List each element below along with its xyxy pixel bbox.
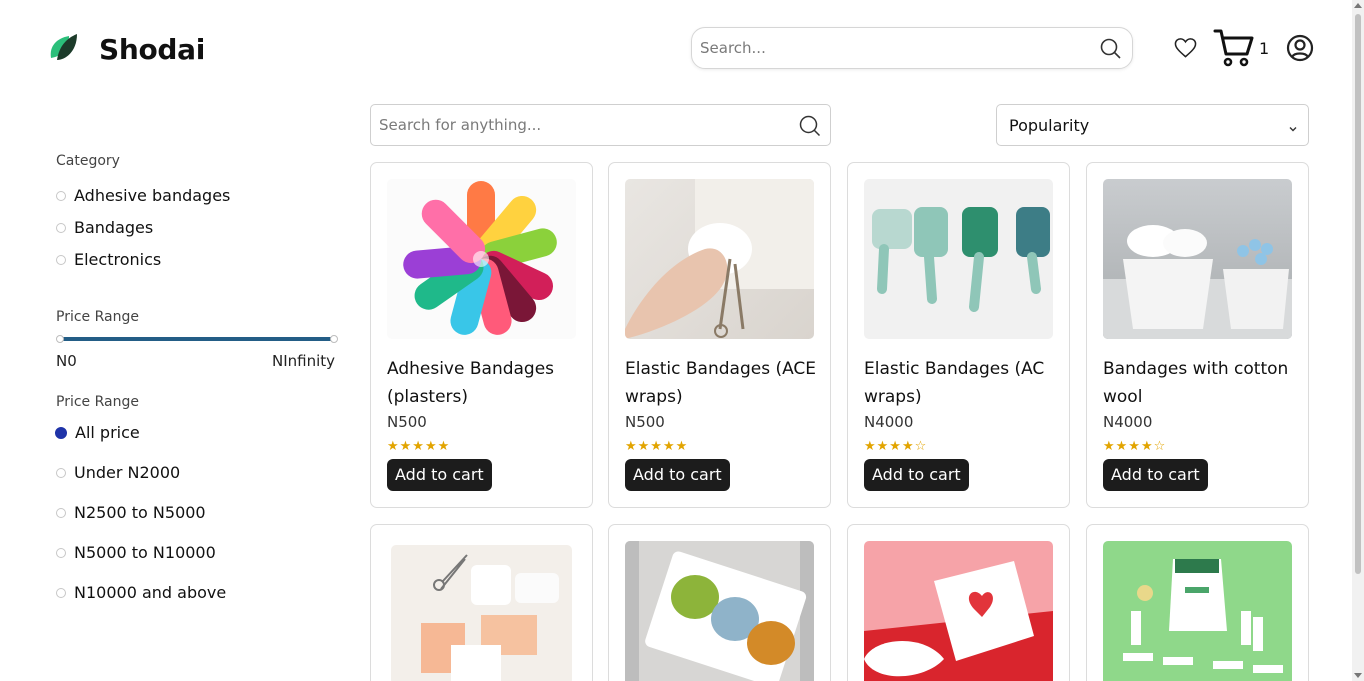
product-name[interactable]: Elastic Bandages (ACE wraps): [625, 355, 820, 411]
product-image[interactable]: [864, 179, 1053, 339]
price-option-all[interactable]: All price: [55, 423, 140, 442]
price-option-5000-10000[interactable]: N5000 to N10000: [56, 543, 216, 562]
radio-checked-icon[interactable]: [55, 426, 67, 439]
scroll-down-arrow-icon[interactable]: [1354, 673, 1362, 678]
product-image[interactable]: [391, 545, 572, 681]
sort-selected-value: Popularity: [1009, 115, 1090, 135]
category-option-bandages[interactable]: Bandages: [56, 218, 153, 237]
product-image[interactable]: [625, 541, 814, 681]
product-image[interactable]: [864, 541, 1053, 681]
add-to-cart-button[interactable]: Add to cart: [1103, 459, 1208, 491]
category-title: Category: [56, 153, 120, 169]
heart-icon[interactable]: [1174, 37, 1197, 63]
product-image[interactable]: [387, 179, 576, 339]
rating-stars: ★★★★☆: [864, 439, 928, 454]
add-to-cart-button[interactable]: Add to cart: [387, 459, 492, 491]
add-to-cart-button[interactable]: Add to cart: [625, 459, 730, 491]
product-price: N4000: [1103, 413, 1153, 431]
product-card[interactable]: Elastic Bandages (AC wraps) N4000 ★★★★☆ …: [847, 162, 1070, 508]
price-range-title: Price Range: [56, 309, 139, 325]
price-filter-title: Price Range: [56, 394, 139, 410]
product-card[interactable]: Bandages with cotton wool N4000 ★★★★☆ Ad…: [1086, 162, 1309, 508]
radio-icon[interactable]: [56, 587, 66, 598]
product-card[interactable]: Adhesive Bandages (plasters) N500 ★★★★★ …: [370, 162, 593, 508]
header-search-box[interactable]: [691, 27, 1133, 69]
product-name[interactable]: Bandages with cotton wool: [1103, 355, 1298, 411]
price-option-10000-above[interactable]: N10000 and above: [56, 583, 226, 602]
price-range-slider[interactable]: [56, 335, 338, 343]
product-card[interactable]: [608, 524, 831, 681]
page-scrollbar[interactable]: [1352, 0, 1364, 681]
product-name[interactable]: Elastic Bandages (AC wraps): [864, 355, 1059, 411]
rating-stars: ★★★★☆: [1103, 439, 1167, 454]
search-icon[interactable]: [799, 115, 821, 141]
radio-icon[interactable]: [56, 254, 66, 265]
radio-icon[interactable]: [56, 547, 66, 558]
brand-name: Shodai: [99, 32, 206, 66]
product-image[interactable]: [625, 179, 814, 339]
category-option-electronics[interactable]: Electronics: [56, 250, 161, 269]
slider-min-handle[interactable]: [56, 335, 64, 343]
chevron-down-icon: [1288, 119, 1298, 138]
price-option-label: All price: [75, 423, 140, 442]
rating-stars: ★★★★★: [625, 439, 689, 454]
product-card[interactable]: Elastic Bandages (ACE wraps) N500 ★★★★★ …: [608, 162, 831, 508]
price-option-under-2000[interactable]: Under N2000: [56, 463, 180, 482]
rating-stars: ★★★★★: [387, 439, 451, 454]
price-max-value: NInfinity: [272, 352, 336, 370]
price-option-2500-5000[interactable]: N2500 to N5000: [56, 503, 206, 522]
product-image[interactable]: [1103, 179, 1292, 339]
product-card[interactable]: [847, 524, 1070, 681]
price-min-value: N0: [56, 352, 77, 370]
slider-max-handle[interactable]: [330, 335, 338, 343]
header-search-input[interactable]: [692, 28, 1072, 68]
price-option-label: Under N2000: [74, 463, 181, 482]
product-image[interactable]: [1103, 541, 1292, 681]
leaf-logo-icon: [47, 30, 81, 68]
product-card[interactable]: [1086, 524, 1309, 681]
price-option-label: N5000 to N10000: [74, 543, 216, 562]
scroll-up-arrow-icon[interactable]: [1354, 3, 1362, 8]
brand-logo[interactable]: Shodai: [47, 30, 205, 68]
product-search-input[interactable]: [371, 105, 771, 145]
product-search-box[interactable]: [370, 104, 831, 146]
product-card[interactable]: [370, 524, 593, 681]
product-price: N500: [625, 413, 665, 431]
cart-count-badge: 1: [1259, 39, 1270, 58]
sort-select[interactable]: Popularity: [996, 104, 1309, 146]
add-to-cart-button[interactable]: Add to cart: [864, 459, 969, 491]
product-price: N500: [387, 413, 427, 431]
radio-icon[interactable]: [56, 190, 66, 201]
search-icon[interactable]: [1100, 38, 1122, 64]
radio-icon[interactable]: [56, 222, 66, 233]
category-label: Bandages: [74, 218, 154, 237]
category-label: Electronics: [74, 250, 162, 269]
user-icon[interactable]: [1286, 34, 1314, 66]
category-option-adhesive-bandages[interactable]: Adhesive bandages: [56, 186, 230, 205]
price-option-label: N2500 to N5000: [74, 503, 206, 522]
scrollbar-thumb[interactable]: [1355, 14, 1361, 574]
slider-track: [62, 337, 332, 341]
radio-icon[interactable]: [56, 467, 66, 478]
radio-icon[interactable]: [56, 507, 66, 518]
price-option-label: N10000 and above: [74, 583, 227, 602]
cart-icon[interactable]: [1213, 28, 1255, 72]
category-label: Adhesive bandages: [74, 186, 231, 205]
product-price: N4000: [864, 413, 914, 431]
product-name[interactable]: Adhesive Bandages (plasters): [387, 355, 582, 411]
